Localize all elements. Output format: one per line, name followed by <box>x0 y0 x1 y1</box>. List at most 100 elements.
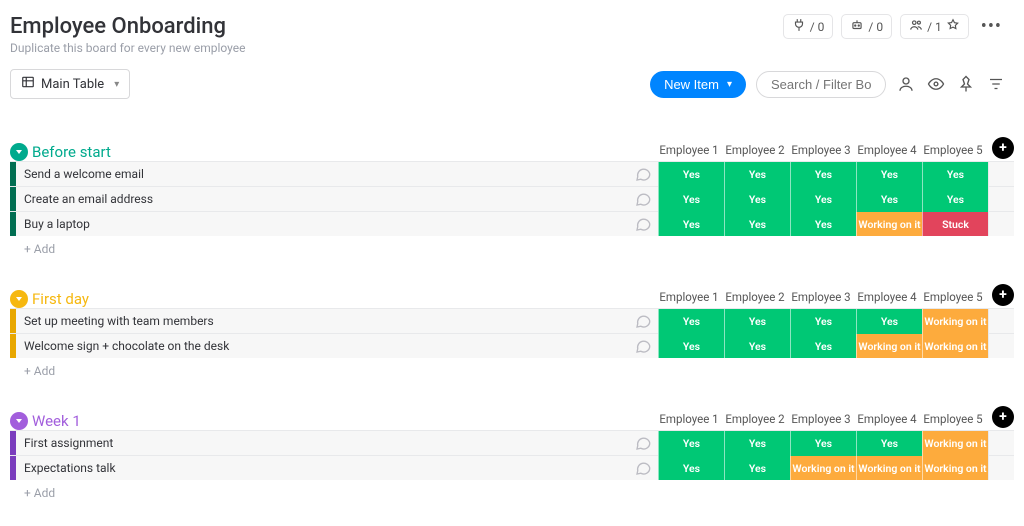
status-cell[interactable]: Working on it <box>856 456 922 481</box>
column-header[interactable]: Employee 2 <box>722 412 788 430</box>
status-cell[interactable]: Yes <box>856 162 922 187</box>
status-cell[interactable]: Yes <box>790 187 856 212</box>
integrations-badge[interactable]: / 0 <box>783 14 834 39</box>
chat-icon[interactable] <box>628 334 658 358</box>
status-cell[interactable]: Yes <box>724 187 790 212</box>
column-header[interactable]: Employee 3 <box>788 290 854 308</box>
members-badge[interactable]: / 1 <box>900 14 969 39</box>
status-cell[interactable]: Yes <box>790 309 856 334</box>
status-cell[interactable]: Yes <box>658 162 724 187</box>
add-row-button[interactable]: + Add <box>16 358 1014 384</box>
status-cell[interactable]: Yes <box>658 212 724 237</box>
column-header[interactable]: Employee 5 <box>920 290 986 308</box>
column-header[interactable]: Employee 5 <box>920 412 986 430</box>
plug-icon <box>792 18 806 35</box>
status-cell[interactable]: Yes <box>790 334 856 359</box>
status-cell[interactable]: Yes <box>856 431 922 456</box>
add-row-button[interactable]: + Add <box>16 236 1014 262</box>
row-end-spacer <box>988 431 1014 455</box>
column-header[interactable]: Employee 3 <box>788 143 854 161</box>
status-cell[interactable]: Working on it <box>790 456 856 481</box>
page-subtitle: Duplicate this board for every new emplo… <box>10 41 245 55</box>
row-name[interactable]: Welcome sign + chocolate on the desk <box>16 334 628 358</box>
chat-icon[interactable] <box>628 431 658 455</box>
status-cell[interactable]: Yes <box>790 162 856 187</box>
status-cell[interactable]: Yes <box>724 431 790 456</box>
people-icon <box>909 18 923 35</box>
row-end-spacer <box>988 162 1014 186</box>
group-title[interactable]: Before start <box>32 143 111 161</box>
status-cell[interactable]: Yes <box>658 431 724 456</box>
automations-count: / 0 <box>868 20 883 34</box>
star-icon <box>946 18 960 35</box>
status-cell[interactable]: Working on it <box>856 334 922 359</box>
chat-icon[interactable] <box>628 187 658 211</box>
automations-badge[interactable]: / 0 <box>841 14 892 39</box>
status-cell[interactable]: Working on it <box>922 456 988 481</box>
status-cell[interactable]: Working on it <box>922 334 988 359</box>
status-cell[interactable]: Stuck <box>922 212 988 237</box>
status-cell[interactable]: Yes <box>724 334 790 359</box>
status-cell[interactable]: Yes <box>658 456 724 481</box>
person-filter-icon[interactable] <box>896 74 916 94</box>
status-cell[interactable]: Yes <box>724 309 790 334</box>
status-cell[interactable]: Yes <box>856 309 922 334</box>
column-header[interactable]: Employee 5 <box>920 143 986 161</box>
status-cell[interactable]: Yes <box>922 187 988 212</box>
view-tab-label: Main Table <box>41 77 104 92</box>
status-cell[interactable]: Yes <box>658 187 724 212</box>
row-end-spacer <box>988 334 1014 358</box>
chat-icon[interactable] <box>628 162 658 186</box>
chevron-down-icon: ▾ <box>114 79 119 90</box>
status-cell[interactable]: Yes <box>856 187 922 212</box>
status-cell[interactable]: Yes <box>724 212 790 237</box>
group-title[interactable]: Week 1 <box>32 412 81 430</box>
group-collapse-toggle[interactable] <box>10 412 28 430</box>
chat-icon[interactable] <box>628 212 658 236</box>
column-header[interactable]: Employee 3 <box>788 412 854 430</box>
column-header[interactable]: Employee 2 <box>722 290 788 308</box>
column-header[interactable]: Employee 4 <box>854 143 920 161</box>
search-input[interactable] <box>756 71 886 98</box>
column-header[interactable]: Employee 1 <box>656 143 722 161</box>
column-header[interactable]: Employee 2 <box>722 143 788 161</box>
robot-icon <box>850 18 864 35</box>
add-row-button[interactable]: + Add <box>16 480 1014 506</box>
column-header[interactable]: Employee 4 <box>854 290 920 308</box>
group-collapse-toggle[interactable] <box>10 290 28 308</box>
status-cell[interactable]: Yes <box>658 334 724 359</box>
view-tab-main-table[interactable]: Main Table ▾ <box>10 69 130 99</box>
status-cell[interactable]: Working on it <box>856 212 922 237</box>
status-cell[interactable]: Yes <box>658 309 724 334</box>
row-name[interactable]: Expectations talk <box>16 456 628 480</box>
pin-icon[interactable] <box>956 74 976 94</box>
add-column-button[interactable]: + <box>992 284 1014 306</box>
row-name[interactable]: Create an email address <box>16 187 628 211</box>
status-cell[interactable]: Yes <box>724 456 790 481</box>
chat-icon[interactable] <box>628 309 658 333</box>
add-column-button[interactable]: + <box>992 137 1014 159</box>
status-cell[interactable]: Yes <box>790 212 856 237</box>
eye-icon[interactable] <box>926 74 946 94</box>
new-item-button[interactable]: New Item ▾ <box>650 71 746 98</box>
status-cell[interactable]: Working on it <box>922 431 988 456</box>
column-header[interactable]: Employee 1 <box>656 290 722 308</box>
row-name[interactable]: Set up meeting with team members <box>16 309 628 333</box>
row-name[interactable]: Buy a laptop <box>16 212 628 236</box>
status-cell[interactable]: Yes <box>922 162 988 187</box>
row-name[interactable]: First assignment <box>16 431 628 455</box>
status-cell[interactable]: Yes <box>790 431 856 456</box>
status-cell[interactable]: Yes <box>724 162 790 187</box>
chat-icon[interactable] <box>628 456 658 480</box>
status-cell[interactable]: Working on it <box>922 309 988 334</box>
row-name[interactable]: Send a welcome email <box>16 162 628 186</box>
group-collapse-toggle[interactable] <box>10 143 28 161</box>
add-column-button[interactable]: + <box>992 406 1014 428</box>
column-header[interactable]: Employee 4 <box>854 412 920 430</box>
column-header[interactable]: Employee 1 <box>656 412 722 430</box>
new-item-label: New Item <box>664 77 719 92</box>
more-options-icon[interactable]: ••• <box>977 16 1006 37</box>
members-count: / 1 <box>927 20 942 34</box>
filter-icon[interactable] <box>986 74 1006 94</box>
group-title[interactable]: First day <box>32 290 89 308</box>
